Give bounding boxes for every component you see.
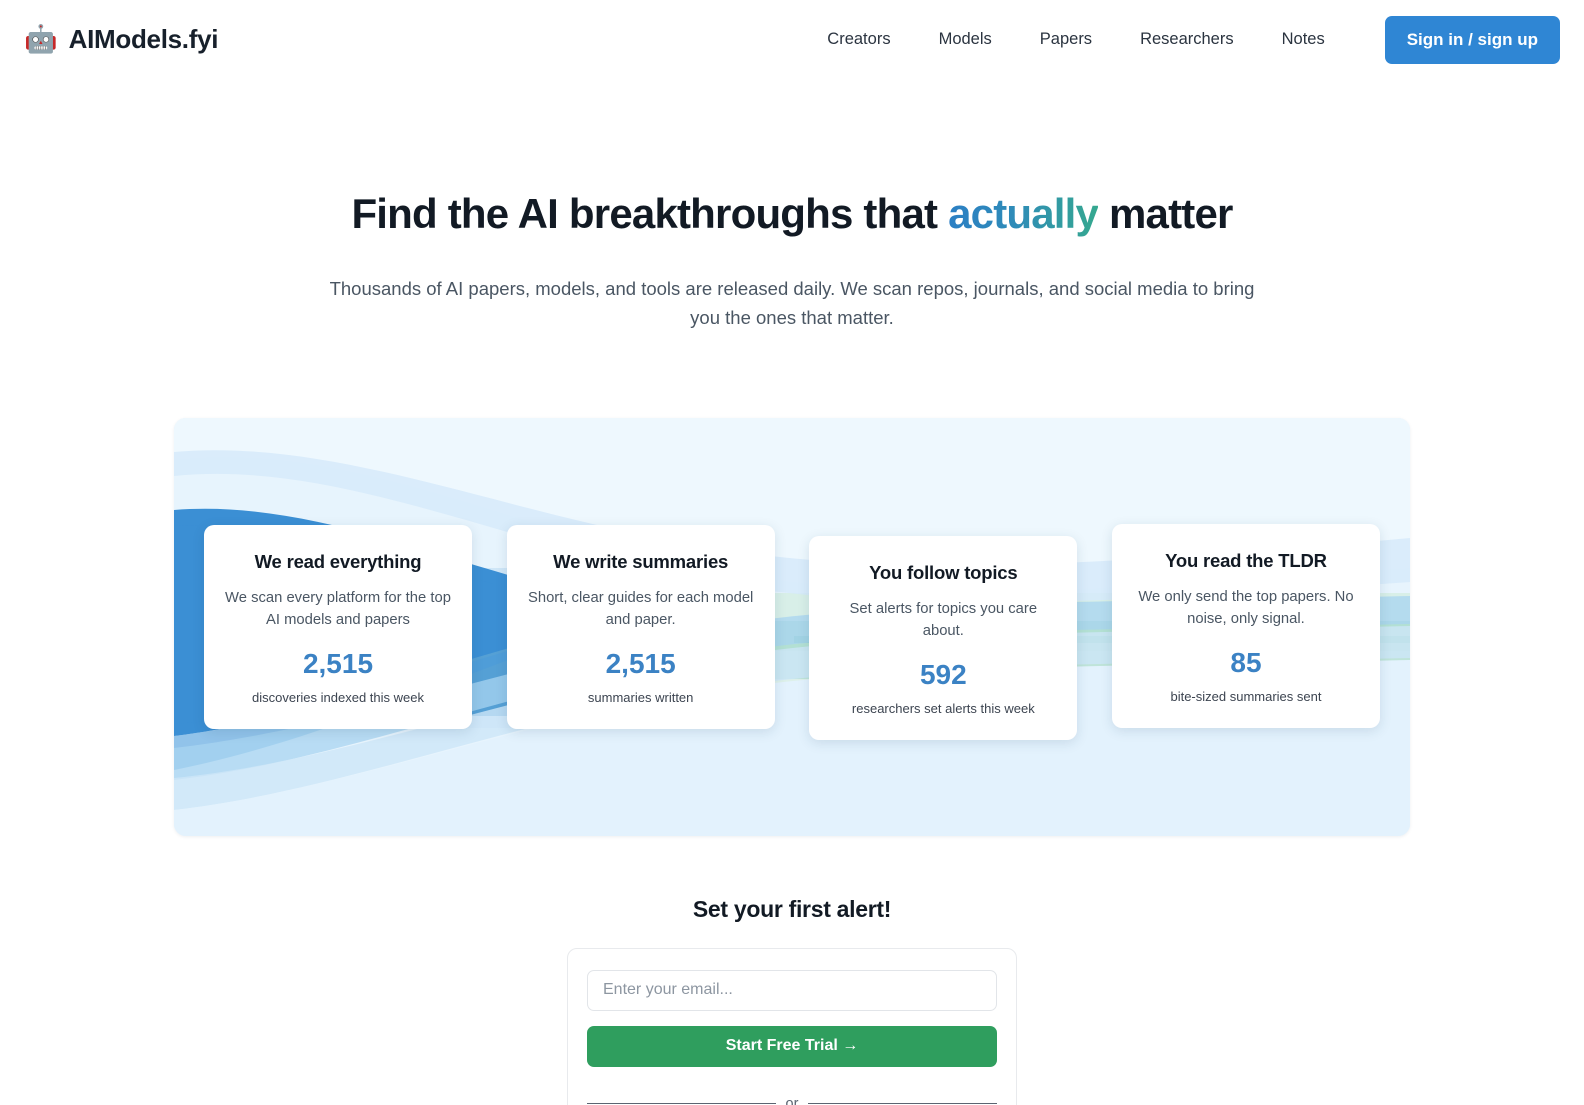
- feature-card-caption: bite-sized summaries sent: [1170, 688, 1322, 704]
- start-free-trial-button[interactable]: Start Free Trial →: [587, 1025, 997, 1067]
- divider-line-left: [587, 1103, 776, 1105]
- feature-card-stat: 2,515: [302, 648, 374, 680]
- nav-item-creators[interactable]: Creators: [803, 20, 914, 59]
- alert-signup-section: Set your first alert! Start Free Trial →…: [0, 896, 1584, 1105]
- hero-title-accent: actually: [948, 190, 1099, 237]
- divider-line-right: [808, 1103, 997, 1105]
- feature-card-caption: researchers set alerts this week: [851, 700, 1035, 716]
- alert-signup-card: Start Free Trial → or: [567, 947, 1017, 1105]
- feature-card-write-summaries: We write summaries Short, clear guides f…: [506, 524, 775, 729]
- hero-section: Find the AI breakthroughs that actually …: [0, 79, 1584, 333]
- or-divider: or: [587, 1096, 997, 1105]
- feature-card-description: We only send the top papers. No noise, o…: [1138, 588, 1354, 627]
- signin-signup-button[interactable]: Sign in / sign up: [1384, 15, 1560, 64]
- feature-card-read-everything: We read everything We scan every platfor…: [204, 524, 472, 729]
- site-header: 🤖 AIModels.fyi Creators Models Papers Re…: [0, 0, 1584, 79]
- nav-item-models[interactable]: Models: [915, 20, 1016, 59]
- nav-item-papers[interactable]: Papers: [1016, 20, 1116, 59]
- feature-card-follow-topics: You follow topics Set alerts for topics …: [809, 535, 1078, 740]
- feature-card-caption: summaries written: [587, 689, 694, 705]
- brand-name: AIModels.fyi: [68, 24, 219, 54]
- feature-card-list: We read everything We scan every platfor…: [174, 418, 1410, 836]
- feature-card-caption: discoveries indexed this week: [252, 689, 424, 705]
- page-title: Find the AI breakthroughs that actually …: [0, 189, 1584, 239]
- feature-card-description: Short, clear guides for each model and p…: [527, 589, 754, 628]
- feature-banner-wrap: We read everything We scan every platfor…: [0, 417, 1584, 836]
- feature-card-title: You read the TLDR: [1165, 549, 1327, 571]
- email-input[interactable]: [587, 969, 997, 1011]
- feature-card-title: We write summaries: [553, 550, 729, 572]
- alert-heading: Set your first alert!: [692, 895, 892, 922]
- robot-icon: 🤖: [24, 24, 58, 54]
- feature-card-title: We read everything: [254, 550, 422, 572]
- brand-logo[interactable]: 🤖 AIModels.fyi: [24, 24, 218, 55]
- hero-title-part1: Find the AI breakthroughs that: [351, 190, 949, 237]
- feature-card-title: You follow topics: [869, 561, 1018, 583]
- feature-card-description: Set alerts for topics you care about.: [849, 600, 1038, 639]
- main-nav: Creators Models Papers Researchers Notes…: [803, 15, 1560, 64]
- feature-card-stat: 85: [1230, 647, 1262, 679]
- nav-item-researchers[interactable]: Researchers: [1116, 20, 1258, 59]
- feature-card-stat: 592: [919, 659, 967, 691]
- feature-card-read-tldr: You read the TLDR We only send the top p…: [1111, 523, 1380, 728]
- feature-banner: We read everything We scan every platfor…: [174, 417, 1410, 836]
- divider-label: or: [785, 1095, 799, 1105]
- feature-card-stat: 2,515: [605, 648, 676, 680]
- feature-card-description: We scan every platform for the top AI mo…: [225, 589, 451, 628]
- hero-subtitle: Thousands of AI papers, models, and tool…: [329, 278, 1255, 329]
- nav-item-notes[interactable]: Notes: [1258, 20, 1349, 59]
- hero-title-part2: matter: [1098, 190, 1233, 237]
